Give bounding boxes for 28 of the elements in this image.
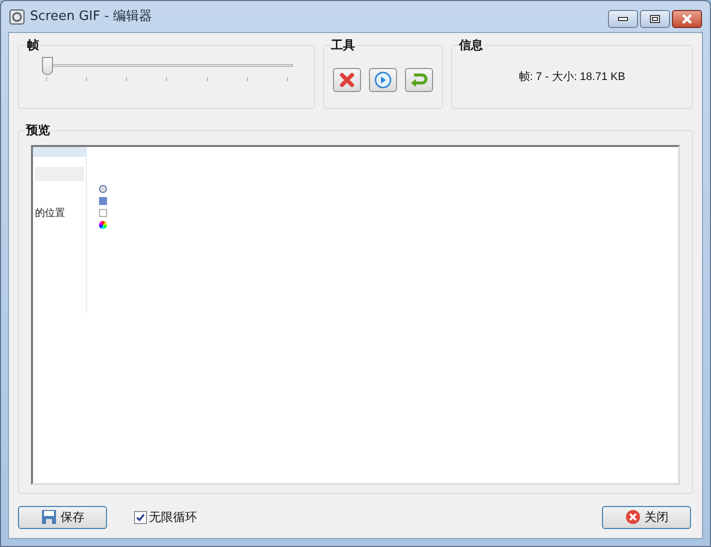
color-wheel-icon (99, 221, 107, 229)
tool-button[interactable] (369, 68, 397, 92)
group-title: 预览 (25, 121, 51, 139)
save-button[interactable]: 保存 (18, 506, 107, 528)
tool-button[interactable] (333, 68, 361, 92)
x-mark-icon (339, 72, 355, 88)
checkmark-icon (136, 512, 145, 522)
group-title: 帧 (26, 36, 40, 54)
close-button[interactable]: 关闭 (602, 506, 691, 528)
group-title: 信息 (458, 36, 484, 54)
slider-thumb[interactable] (42, 57, 53, 75)
window-title: Screen GIF - 编辑器 (30, 8, 152, 26)
close-circle-icon (624, 509, 640, 525)
frame-label: 的位置 (35, 206, 66, 221)
info-text: 帧: 7 - 大小: 18.71 KB (518, 70, 626, 85)
tool-button[interactable] (405, 68, 433, 92)
minimize-icon (618, 17, 628, 21)
maximize-icon (650, 15, 660, 23)
loop-checkbox[interactable] (134, 510, 147, 524)
checkbox-label: 无限循环 (149, 509, 197, 526)
app-icon (9, 8, 25, 24)
maximize-button[interactable] (640, 10, 670, 28)
close-window-button[interactable] (672, 10, 702, 28)
play-circle-icon (374, 71, 392, 89)
group-title: 工具 (330, 36, 356, 54)
return-arrow-icon (410, 71, 428, 89)
minimize-button[interactable] (608, 10, 638, 28)
close-icon (681, 14, 693, 24)
